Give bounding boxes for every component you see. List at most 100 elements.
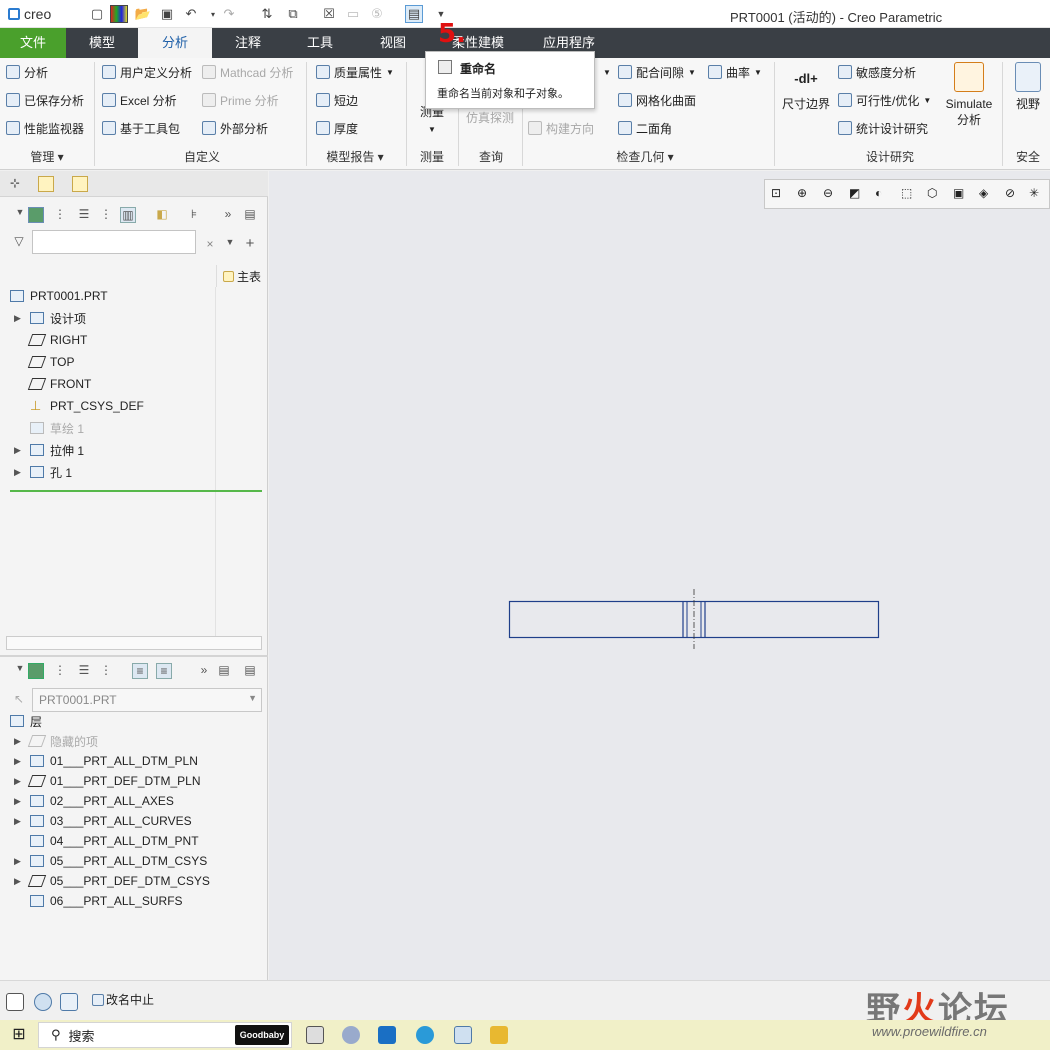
saved-analysis-button[interactable]: 已保存分析 [6, 89, 84, 111]
tree-item-right[interactable]: RIGHT [27, 330, 87, 350]
collapse-arrow-icon[interactable]: ▼ [12, 663, 28, 679]
color-palette-icon[interactable] [110, 5, 128, 23]
bookmark-icon[interactable]: ◧ [154, 207, 170, 223]
thickness-button[interactable]: 厚度 [316, 117, 358, 139]
tree-item-front[interactable]: FRONT [27, 374, 91, 394]
fit-clearance-button[interactable]: 配合间隙 ▼ [618, 61, 696, 83]
clear-filter-icon[interactable]: × [202, 237, 218, 253]
show-layers-icon[interactable]: ≡ [132, 663, 148, 679]
filter-dropdown-icon[interactable]: ▼ [222, 237, 238, 253]
layers-icon[interactable] [28, 663, 44, 679]
toggle-navigator-icon[interactable] [6, 993, 24, 1011]
filter-icon[interactable]: ▽ [11, 234, 27, 250]
feasibility-optimization-button[interactable]: 可行性/优化 ▼ [838, 89, 931, 111]
tree-item-design-items[interactable]: ▶ 设计项 [14, 308, 86, 328]
tree-filter-icon[interactable]: ⊧ [186, 207, 202, 223]
expand-arrow-icon[interactable]: ▶ [14, 313, 24, 324]
tab-file[interactable]: 文件 [0, 28, 66, 58]
graphics-window[interactable]: ⊡ ⊕ ⊖ ◩ ◐ ⬚ ⬡ ▣ ◈ ⊘ ✳ [269, 171, 1050, 980]
save-icon[interactable]: ▣ [158, 5, 176, 23]
group-manage-label[interactable]: 管理 ▾ [0, 148, 94, 165]
tree-root[interactable]: PRT0001.PRT [10, 286, 108, 306]
expand-arrow-icon[interactable]: ▶ [14, 756, 24, 767]
tree-item-sketch[interactable]: 草绘 1 [30, 418, 84, 438]
windows-start-icon[interactable]: ⊞ [10, 1026, 28, 1044]
open-folder-icon[interactable]: 📂 [134, 5, 152, 23]
column-header-main[interactable]: 主表 [216, 265, 268, 287]
layer-item[interactable]: ▶ 02___PRT_ALL_AXES [14, 791, 174, 811]
expand-arrow-icon[interactable]: ▶ [14, 736, 24, 747]
insert-here-indicator[interactable] [10, 490, 262, 492]
app-icon[interactable] [342, 1026, 360, 1044]
close-window-icon[interactable]: ☒ [320, 5, 338, 23]
layer-item[interactable]: 04___PRT_ALL_DTM_PNT [30, 831, 199, 851]
dimension-boundary-button[interactable]: -dl+ 尺寸边界 [780, 62, 832, 112]
columns-icon[interactable]: ▥ [120, 207, 136, 223]
tab-annotate[interactable]: 注释 [212, 28, 284, 58]
tree-view-icon[interactable]: ⋮ [98, 207, 114, 223]
tree-item-top[interactable]: TOP [27, 352, 74, 372]
model-tree-icon[interactable] [28, 207, 44, 223]
user-defined-analysis-button[interactable]: 用户定义分析 [102, 61, 192, 83]
expand-arrow-icon[interactable]: ▶ [14, 445, 24, 456]
short-edge-button[interactable]: 短边 [316, 89, 358, 111]
group-inspect-label[interactable]: 检查几何 ▾ [610, 148, 680, 165]
active-model-select[interactable]: PRT0001.PRT ▼ [32, 688, 262, 712]
windows-icon[interactable]: ⧉ [284, 5, 302, 23]
expand-more-icon[interactable]: » [220, 207, 236, 223]
prime-analysis-button[interactable]: Prime 分析 [202, 89, 279, 111]
analysis-button[interactable]: 分析 [6, 61, 48, 83]
browser-icon[interactable] [34, 993, 52, 1011]
model-tree-tab-icon[interactable]: ⊹ [10, 176, 26, 192]
simulation-probe-button[interactable]: 仿真探测 [466, 106, 514, 128]
edge-icon[interactable] [416, 1026, 434, 1044]
list-view-icon[interactable]: ☰ [76, 663, 92, 679]
curvature-button[interactable]: 曲率 ▼ [708, 61, 762, 83]
tab-tools[interactable]: 工具 [284, 28, 356, 58]
regenerate-icon[interactable]: ⇅ [258, 5, 276, 23]
statistical-design-study-button[interactable]: 统计设计研究 [838, 117, 928, 139]
rename-icon[interactable]: ▤ [405, 5, 423, 23]
calculator-icon[interactable] [306, 1026, 324, 1044]
outlook-icon[interactable] [378, 1026, 396, 1044]
expand-arrow-icon[interactable]: ▶ [14, 467, 24, 478]
expand-arrow-icon[interactable]: ▶ [14, 796, 24, 807]
model-tree-search-input[interactable] [32, 230, 196, 254]
layer-item[interactable]: ▶ 01___PRT_DEF_DTM_PLN [14, 771, 201, 791]
field-of-view-button[interactable]: 视野 [1008, 62, 1048, 112]
tree-item-hole[interactable]: ▶ 孔 1 [14, 462, 72, 482]
toolkit-based-button[interactable]: 基于工具包 [102, 117, 180, 139]
full-screen-icon[interactable] [60, 993, 78, 1011]
settings-list-icon[interactable]: ▤ [242, 207, 258, 223]
simulate-analysis-button[interactable]: Simulate 分析 [942, 62, 996, 128]
layer-item-hidden[interactable]: ▶ 隐藏的项 [14, 731, 98, 751]
tab-analysis[interactable]: 分析 [138, 28, 212, 58]
layer-item[interactable]: 06___PRT_ALL_SURFS [30, 891, 183, 911]
mathcad-analysis-button[interactable]: Mathcad 分析 [202, 61, 293, 83]
add-filter-icon[interactable]: + [242, 235, 258, 252]
more-options-icon[interactable]: ⋮ [52, 207, 68, 223]
build-direction-button[interactable]: 构建方向 [528, 117, 594, 139]
meshed-surface-button[interactable]: 网格化曲面 [618, 89, 696, 111]
mass-properties-button[interactable]: 质量属性 ▼ [316, 61, 394, 83]
layer-item[interactable]: ▶ 01___PRT_ALL_DTM_PLN [14, 751, 198, 771]
expand-arrow-icon[interactable]: ▶ [14, 856, 24, 867]
expand-arrow-icon[interactable]: ▶ [14, 816, 24, 827]
layer-item[interactable]: ▶ 03___PRT_ALL_CURVES [14, 811, 192, 831]
expand-more-icon[interactable]: » [196, 663, 212, 679]
horizontal-scrollbar[interactable] [6, 636, 262, 650]
select-arrow-icon[interactable]: ↖ [11, 692, 27, 708]
dihedral-angle-button[interactable]: 二面角 [618, 117, 672, 139]
tab-view[interactable]: 视图 [356, 28, 430, 58]
dropdown-arrow[interactable]: ▼ [603, 61, 611, 83]
list-view-icon[interactable]: ☰ [76, 207, 92, 223]
excel-analysis-button[interactable]: Excel 分析 [102, 89, 177, 111]
expand-arrow-icon[interactable]: ▶ [14, 876, 24, 887]
file-explorer-icon[interactable] [490, 1026, 508, 1044]
tab-model[interactable]: 模型 [66, 28, 138, 58]
layer-properties-icon[interactable]: ≡ [156, 663, 172, 679]
performance-monitor-button[interactable]: 性能监视器 [6, 117, 84, 139]
tree-view-icon[interactable]: ⋮ [98, 663, 114, 679]
layer-item[interactable]: ▶ 05___PRT_ALL_DTM_CSYS [14, 851, 207, 871]
layer-root[interactable]: 层 [10, 711, 42, 731]
